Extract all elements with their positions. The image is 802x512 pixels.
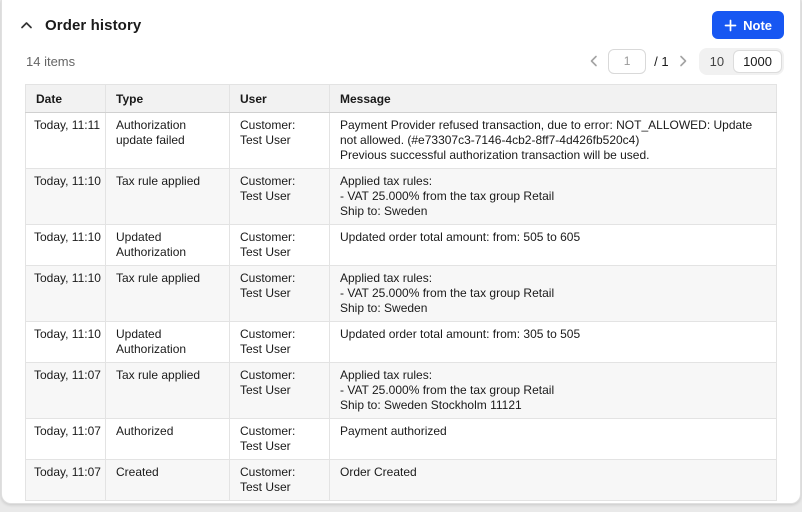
cell-user: Customer: Test User bbox=[230, 169, 330, 225]
cell-user: Customer: Test User bbox=[230, 113, 330, 169]
collapse-panel-button[interactable] bbox=[18, 19, 35, 32]
total-pages-label: / 1 bbox=[654, 54, 668, 69]
cell-type: Updated Authorization bbox=[106, 225, 230, 266]
column-header-user: User bbox=[230, 85, 330, 113]
cell-date: Today, 11:10 bbox=[26, 322, 106, 363]
cell-date: Today, 11:07 bbox=[26, 460, 106, 501]
cell-user: Customer: Test User bbox=[230, 322, 330, 363]
cell-message: Order Created bbox=[330, 460, 777, 501]
table-row: Today, 11:10 Updated Authorization Custo… bbox=[26, 225, 777, 266]
pagination: / 1 bbox=[588, 49, 688, 74]
cell-type: Authorization update failed bbox=[106, 113, 230, 169]
column-header-date: Date bbox=[26, 85, 106, 113]
toolbar: 14 items / 1 bbox=[2, 48, 800, 74]
table-row: Today, 11:10 Tax rule applied Customer: … bbox=[26, 266, 777, 322]
next-page-button[interactable] bbox=[677, 53, 689, 69]
page-size-option-10[interactable]: 10 bbox=[701, 50, 733, 73]
cell-message: Applied tax rules: - VAT 25.000% from th… bbox=[330, 169, 777, 225]
cell-type: Authorized bbox=[106, 419, 230, 460]
cell-message: Updated order total amount: from: 505 to… bbox=[330, 225, 777, 266]
cell-date: Today, 11:11 bbox=[26, 113, 106, 169]
cell-date: Today, 11:10 bbox=[26, 225, 106, 266]
chevron-right-icon bbox=[679, 55, 687, 67]
table-header-row: Date Type User Message bbox=[26, 85, 777, 113]
cell-user: Customer: Test User bbox=[230, 460, 330, 501]
panel-header: Order history Note bbox=[2, 0, 800, 40]
plus-icon bbox=[724, 19, 737, 32]
items-count: 14 items bbox=[26, 54, 75, 69]
page-title: Order history bbox=[45, 17, 141, 34]
cell-type: Tax rule applied bbox=[106, 266, 230, 322]
chevron-up-icon bbox=[20, 21, 33, 30]
order-history-table: Date Type User Message Today, 11:11 Auth… bbox=[25, 84, 777, 501]
cell-type: Tax rule applied bbox=[106, 169, 230, 225]
cell-type: Updated Authorization bbox=[106, 322, 230, 363]
order-history-table-container: Date Type User Message Today, 11:11 Auth… bbox=[25, 84, 777, 501]
cell-date: Today, 11:07 bbox=[26, 419, 106, 460]
cell-type: Created bbox=[106, 460, 230, 501]
cell-message: Payment authorized bbox=[330, 419, 777, 460]
cell-message: Applied tax rules: - VAT 25.000% from th… bbox=[330, 363, 777, 419]
cell-date: Today, 11:10 bbox=[26, 266, 106, 322]
cell-user: Customer: Test User bbox=[230, 363, 330, 419]
order-history-panel: Order history Note 14 items bbox=[1, 0, 801, 504]
table-row: Today, 11:07 Authorized Customer: Test U… bbox=[26, 419, 777, 460]
cell-message: Payment Provider refused transaction, du… bbox=[330, 113, 777, 169]
cell-date: Today, 11:10 bbox=[26, 169, 106, 225]
cell-user: Customer: Test User bbox=[230, 225, 330, 266]
previous-page-button[interactable] bbox=[588, 53, 600, 69]
table-row: Today, 11:07 Created Customer: Test User… bbox=[26, 460, 777, 501]
cell-type: Tax rule applied bbox=[106, 363, 230, 419]
cell-user: Customer: Test User bbox=[230, 419, 330, 460]
add-note-button-label: Note bbox=[743, 18, 772, 33]
add-note-button[interactable]: Note bbox=[712, 11, 784, 39]
table-row: Today, 11:11 Authorization update failed… bbox=[26, 113, 777, 169]
column-header-message: Message bbox=[330, 85, 777, 113]
cell-message: Applied tax rules: - VAT 25.000% from th… bbox=[330, 266, 777, 322]
table-row: Today, 11:07 Tax rule applied Customer: … bbox=[26, 363, 777, 419]
cell-message: Updated order total amount: from: 305 to… bbox=[330, 322, 777, 363]
page-number-input[interactable] bbox=[608, 49, 646, 74]
chevron-left-icon bbox=[590, 55, 598, 67]
table-row: Today, 11:10 Tax rule applied Customer: … bbox=[26, 169, 777, 225]
table-row: Today, 11:10 Updated Authorization Custo… bbox=[26, 322, 777, 363]
cell-user: Customer: Test User bbox=[230, 266, 330, 322]
column-header-type: Type bbox=[106, 85, 230, 113]
page-size-selector: 10 1000 bbox=[699, 48, 784, 75]
page-size-option-1000[interactable]: 1000 bbox=[733, 50, 782, 73]
cell-date: Today, 11:07 bbox=[26, 363, 106, 419]
